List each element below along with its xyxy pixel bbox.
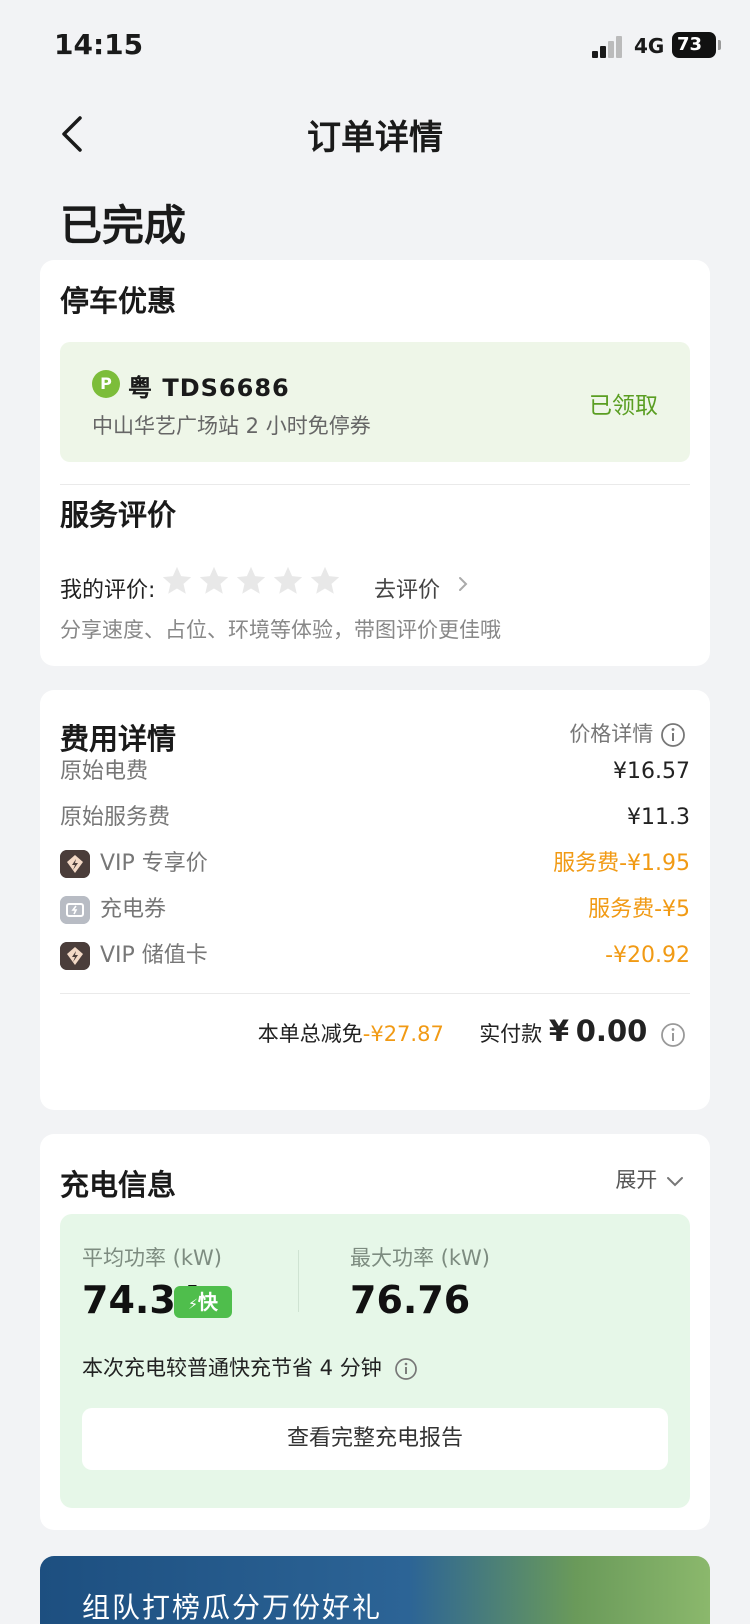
fee-value: 服务费-¥1.95	[553, 851, 690, 876]
divider	[60, 484, 690, 485]
fee-label: VIP 专享价	[100, 851, 208, 876]
parking-rating-card: 停车优惠 P 粤 TDS6686 中山华艺广场站 2 小时免停券 已领取 服务评…	[40, 260, 710, 666]
license-plate: 粤 TDS6686	[128, 374, 290, 402]
vip-diamond-icon	[60, 850, 90, 878]
fee-row: 充电券 服务费-¥5	[60, 893, 690, 927]
info-icon[interactable]	[394, 1357, 418, 1381]
fee-value: ¥16.57	[613, 759, 690, 784]
go-rate-link[interactable]: 去评价	[374, 572, 440, 604]
signal-strength-icon	[592, 34, 626, 58]
coupon-description: 中山华艺广场站 2 小时免停券	[92, 414, 371, 438]
fee-row: 原始电费 ¥16.57	[60, 755, 690, 789]
price-detail-label: 价格详情	[569, 722, 654, 746]
expand-label: 展开	[615, 1168, 658, 1192]
coupon-status: 已领取	[589, 393, 658, 419]
avg-power-label: 平均功率 (kW)	[82, 1246, 222, 1270]
status-time: 14:15	[54, 28, 144, 61]
rating-label: 我的评价:	[60, 578, 156, 603]
fee-label: 原始服务费	[60, 805, 171, 830]
fee-row: VIP 储值卡 -¥20.92	[60, 939, 690, 973]
divider	[298, 1250, 299, 1312]
info-icon	[661, 723, 685, 747]
vip-diamond-icon	[60, 942, 90, 970]
star-icon[interactable]	[160, 564, 194, 598]
view-report-button[interactable]: 查看完整充电报告	[82, 1408, 668, 1470]
max-power-value: 76.76	[350, 1278, 471, 1322]
paid-currency: ¥	[548, 1014, 570, 1048]
rating-hint: 分享速度、占位、环境等体验，带图评价更佳哦	[60, 618, 501, 642]
fee-value: -¥20.92	[605, 943, 690, 968]
order-status: 已完成	[60, 201, 187, 250]
lightning-icon: ⚡	[188, 1297, 198, 1313]
power-summary: 平均功率 (kW) 74.34 ⚡快 最大功率 (kW) 76.76 本次充电较…	[60, 1214, 690, 1508]
promo-banner[interactable]: 组队打榜瓜分万份好礼	[40, 1556, 710, 1624]
fast-charge-badge: ⚡快	[174, 1286, 232, 1318]
fee-label: VIP 储值卡	[100, 943, 208, 968]
divider	[60, 993, 690, 994]
fee-row: 原始服务费 ¥11.3	[60, 801, 690, 835]
total-discount-label: 本单总减免	[257, 1022, 363, 1046]
star-icon[interactable]	[308, 564, 342, 598]
star-icon[interactable]	[197, 564, 231, 598]
fast-badge-label: 快	[197, 1290, 218, 1314]
expand-toggle[interactable]: 展开	[615, 1164, 686, 1194]
battery-icon: 73	[672, 32, 721, 58]
fee-label: 原始电费	[60, 759, 149, 784]
parking-coupon[interactable]: P 粤 TDS6686 中山华艺广场站 2 小时免停券 已领取	[60, 342, 690, 462]
promo-text: 组队打榜瓜分万份好礼	[82, 1591, 383, 1624]
fee-details-card: 费用详情 价格详情 原始电费 ¥16.57 原始服务费 ¥11.3 VIP 专享…	[40, 690, 710, 1110]
max-power-label: 最大功率 (kW)	[350, 1246, 490, 1270]
battery-level: 73	[677, 34, 703, 55]
parking-p-icon: P	[92, 370, 120, 398]
star-icon[interactable]	[234, 564, 268, 598]
paid-label: 实付款	[479, 1022, 543, 1046]
charging-info-card: 充电信息 展开 平均功率 (kW) 74.34 ⚡快 最大功率 (kW) 76.…	[40, 1134, 710, 1530]
charging-section-title: 充电信息	[60, 1168, 177, 1202]
paid-amount: 0.00	[575, 1014, 648, 1048]
star-icon[interactable]	[271, 564, 305, 598]
parking-section-title: 停车优惠	[60, 284, 177, 318]
info-icon[interactable]	[660, 1022, 686, 1048]
fee-value: ¥11.3	[627, 805, 690, 830]
time-saving-text: 本次充电较普通快充节省 4 分钟	[82, 1352, 418, 1382]
rating-section-title: 服务评价	[60, 498, 177, 532]
coupon-ticket-icon	[60, 896, 90, 924]
network-type: 4G	[634, 34, 665, 58]
fee-label: 充电券	[100, 897, 167, 922]
totals-row: 本单总减免-¥27.87 实付款 ¥ 0.00	[258, 1012, 686, 1053]
page-title: 订单详情	[307, 118, 443, 158]
time-saving-label: 本次充电较普通快充节省 4 分钟	[82, 1356, 382, 1380]
status-bar: 14:15 4G 73	[0, 0, 750, 90]
chevron-right-icon	[459, 577, 468, 591]
total-discount-value: -¥27.87	[362, 1022, 444, 1046]
price-detail-link[interactable]: 价格详情	[569, 718, 686, 748]
fee-section-title: 费用详情	[60, 722, 177, 756]
nav-bar: 订单详情	[0, 90, 750, 176]
fee-value: 服务费-¥5	[588, 897, 690, 922]
fee-row: VIP 专享价 服务费-¥1.95	[60, 847, 690, 881]
chevron-down-icon	[667, 1177, 683, 1187]
